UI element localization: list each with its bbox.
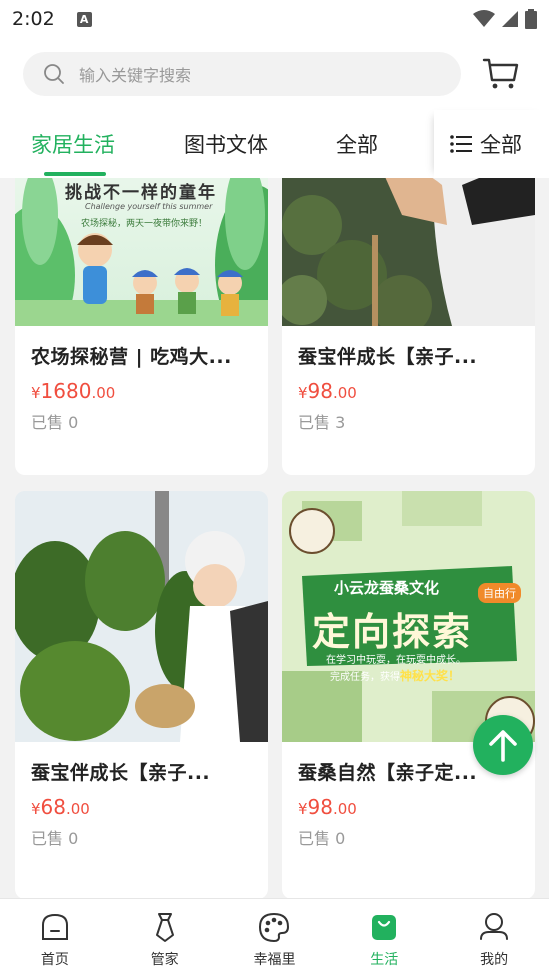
product-card[interactable]: 小云龙蚕桑文化 自由行 定向探索 在学习中玩耍，在玩耍中成长。 完成任务，获得神… — [282, 491, 535, 898]
search-placeholder: 输入关键字搜索 — [79, 66, 192, 85]
product-price: ¥98.00 — [298, 795, 357, 819]
profile-icon — [480, 913, 509, 940]
butler-tie-icon — [155, 913, 174, 942]
scroll-to-top-button[interactable] — [473, 715, 533, 775]
bottom-nav: 首页 管家 幸福里 生活 我的 — [0, 898, 549, 976]
poster-subline-2: 完成任务，获得神秘大奖！ — [330, 669, 461, 683]
nav-life-label: 生活 — [370, 952, 399, 968]
product-image: 小云龙蚕桑文化 自由行 定向探索 在学习中玩耍，在玩耍中成长。 完成任务，获得神… — [282, 491, 535, 742]
nav-mine-label: 我的 — [480, 952, 509, 968]
nav-mine[interactable]: 我的 — [439, 899, 549, 976]
product-price: ¥1680.00 — [31, 379, 116, 403]
product-title: 蚕宝伴成长【亲子... — [31, 762, 211, 784]
nav-home-label: 首页 — [40, 952, 69, 968]
product-sold-count: 已售 0 — [31, 829, 79, 848]
status-bar: 2:02 A — [0, 0, 549, 38]
poster-badge: 自由行 — [478, 583, 521, 603]
all-categories-menu-button[interactable]: 全部 — [434, 110, 549, 178]
home-icon — [41, 913, 68, 940]
product-sold-count: 已售 0 — [31, 413, 79, 432]
active-tab-indicator — [44, 172, 106, 176]
product-sold-count: 已售 3 — [298, 413, 346, 432]
category-tabs: 家居生活 图书文体 全部 全部 — [0, 110, 549, 178]
notification-icon: A — [76, 11, 92, 27]
nav-life[interactable]: 生活 — [329, 899, 439, 976]
status-time: 2:02 — [12, 8, 55, 30]
product-title: 蚕宝伴成长【亲子... — [298, 346, 478, 368]
tab-home-living[interactable]: 家居生活 — [31, 110, 115, 178]
search-icon — [44, 64, 64, 84]
poster-main-title: 定向探索 — [312, 610, 473, 654]
status-indicators — [473, 9, 537, 29]
product-image — [282, 178, 535, 326]
product-title: 农场探秘营 | 吃鸡大... — [31, 346, 232, 368]
poster-subtitle: 农场探秘，两天一夜带你来野！ — [81, 219, 208, 229]
nav-home[interactable]: 首页 — [0, 899, 110, 976]
wifi-icon — [473, 10, 495, 27]
poster-english-subtitle: Challenge yourself this summer — [85, 202, 213, 211]
product-card[interactable]: 蚕宝伴成长【亲子... ¥68.00 已售 0 — [15, 491, 268, 898]
cart-icon[interactable] — [482, 56, 520, 90]
nav-happiness-label: 幸福里 — [253, 952, 296, 968]
search-input[interactable]: 输入关键字搜索 — [23, 52, 461, 96]
product-card[interactable]: 蚕宝伴成长【亲子... ¥98.00 已售 3 — [282, 178, 535, 475]
arrow-up-icon — [489, 730, 517, 762]
tab-all[interactable]: 全部 — [336, 110, 378, 178]
palette-icon — [259, 912, 290, 943]
product-price: ¥98.00 — [298, 379, 357, 403]
tab-books-sports[interactable]: 图书文体 — [184, 110, 268, 178]
all-menu-label: 全部 — [480, 133, 522, 157]
nav-butler-label: 管家 — [150, 952, 179, 968]
poster-headline: 挑战不一样的童年 — [65, 183, 217, 203]
signal-icon — [502, 11, 518, 27]
product-price: ¥68.00 — [31, 795, 90, 819]
nav-happiness[interactable]: 幸福里 — [220, 899, 330, 976]
product-sold-count: 已售 0 — [298, 829, 346, 848]
silkworm-photo-1 — [282, 178, 535, 326]
battery-icon — [525, 9, 537, 29]
list-icon — [450, 135, 472, 153]
shopping-bag-icon — [372, 915, 397, 940]
product-card[interactable]: 挑战不一样的童年 Challenge yourself this summer … — [15, 178, 268, 475]
product-grid: 挑战不一样的童年 Challenge yourself this summer … — [0, 178, 549, 898]
nav-butler[interactable]: 管家 — [110, 899, 220, 976]
poster-subline-1: 在学习中玩耍，在玩耍中成长。 — [326, 655, 466, 666]
product-image: 挑战不一样的童年 Challenge yourself this summer … — [15, 178, 268, 326]
header: 输入关键字搜索 — [0, 38, 549, 110]
silkworm-photo-2 — [15, 491, 268, 742]
poster-brand-line: 小云龙蚕桑文化 — [334, 579, 440, 597]
product-image — [15, 491, 268, 742]
